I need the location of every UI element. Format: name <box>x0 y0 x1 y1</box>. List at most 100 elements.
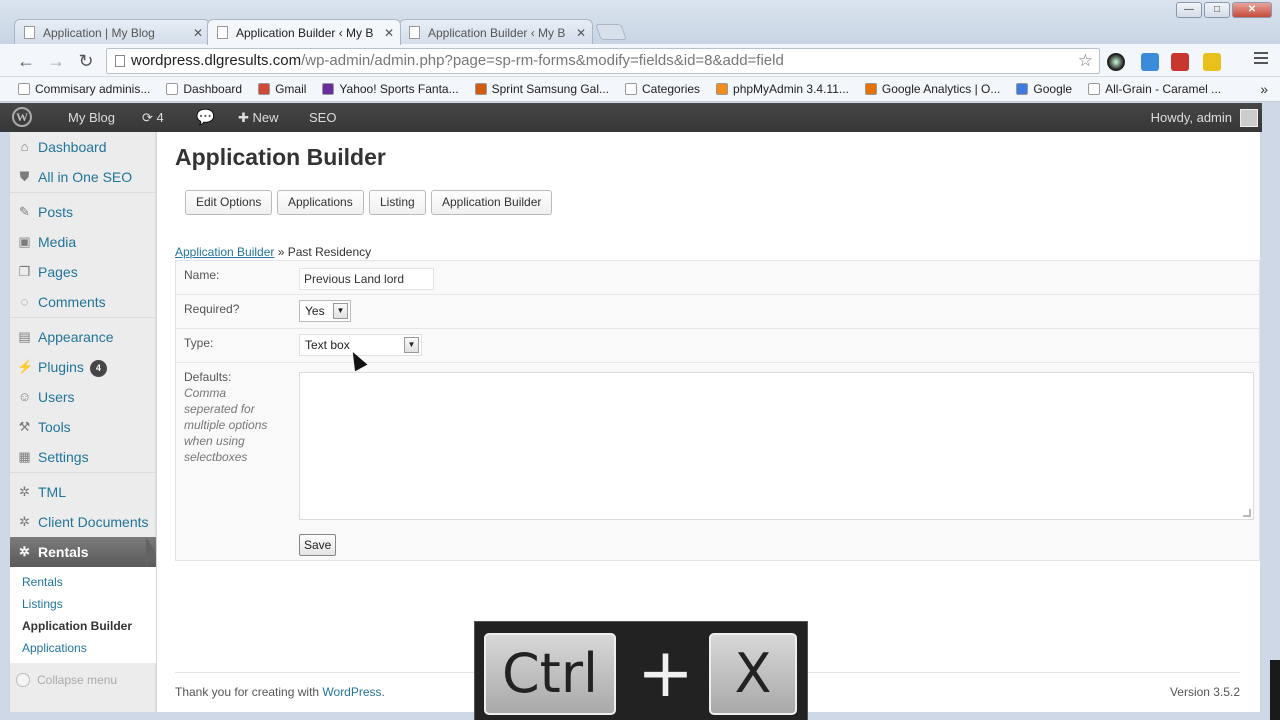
page-icon <box>625 83 637 95</box>
bookmark-item[interactable]: Gmail <box>258 82 306 96</box>
close-icon[interactable]: ✕ <box>193 20 203 45</box>
bookmark-star-icon[interactable]: ☆ <box>1078 49 1093 73</box>
sidebar-item-settings[interactable]: ▦ Settings <box>10 442 156 472</box>
sidebar-item-label: Tools <box>38 419 71 435</box>
collapse-icon <box>16 673 30 687</box>
sidebar-item-dashboard[interactable]: ⌂ Dashboard <box>10 132 156 162</box>
bookmark-item[interactable]: Google Analytics | O... <box>864 82 1000 96</box>
sidebar-item-label: Media <box>38 234 77 250</box>
site-name-link[interactable]: My Blog <box>68 103 115 132</box>
minimize-button[interactable]: — <box>1176 2 1202 18</box>
bookmark-item[interactable]: Sprint Samsung Gal... <box>474 82 609 96</box>
sidebar-item-pages[interactable]: ❐ Pages <box>10 257 156 287</box>
page-icon <box>115 55 125 67</box>
window-close-button[interactable]: ✕ <box>1232 2 1272 18</box>
avatar[interactable] <box>1240 109 1258 127</box>
window-edge <box>1262 103 1280 720</box>
extension-icon[interactable] <box>1141 53 1159 71</box>
wp-admin-bar: W My Blog ⟳ 4 💬 ✚ New SEO Howdy, admin <box>0 103 1262 132</box>
wordpress-link[interactable]: WordPress <box>322 685 381 699</box>
application-builder-button[interactable]: Application Builder <box>431 190 553 215</box>
edit-options-button[interactable]: Edit Options <box>185 190 273 215</box>
sidebar-item-label: Comments <box>38 294 106 310</box>
bookmark-item[interactable]: Google <box>1016 82 1072 96</box>
sidebar-item-rentals[interactable]: ✲ Rentals <box>10 537 156 567</box>
howdy-account-link[interactable]: Howdy, admin <box>1151 103 1232 132</box>
footer-text: Thank you for creating with <box>175 685 323 699</box>
required-row: Required? Yes ▼ <box>176 295 1259 329</box>
bookmark-label: Gmail <box>275 82 307 96</box>
sidebar-item-label: Pages <box>38 264 78 280</box>
sidebar-item-client-documents[interactable]: ✲ Client Documents <box>10 507 156 537</box>
name-input[interactable]: Previous Land lord <box>299 268 434 290</box>
new-content-link[interactable]: ✚ New <box>238 103 279 132</box>
collapse-menu[interactable]: Collapse menu <box>16 673 117 687</box>
phpmyadmin-icon <box>716 83 729 95</box>
save-button[interactable]: Save <box>299 534 337 556</box>
page-icon <box>24 26 35 39</box>
close-icon[interactable]: ✕ <box>576 20 586 45</box>
sidebar-item-tools[interactable]: ⚒ Tools <box>10 412 156 442</box>
submenu-item-applications[interactable]: Applications <box>10 637 156 659</box>
listing-button[interactable]: Listing <box>369 190 426 215</box>
resize-grip-icon[interactable] <box>1243 509 1251 517</box>
menu-icon[interactable] <box>1254 52 1268 66</box>
bookmark-item[interactable]: Commisary adminis... <box>18 82 150 96</box>
sidebar-item-tml[interactable]: ✲ TML <box>10 477 156 507</box>
required-label: Required? <box>184 302 240 316</box>
sidebar-item-users[interactable]: ☺ Users <box>10 382 156 412</box>
submenu-item-rentals[interactable]: Rentals <box>10 571 156 593</box>
tab-title: Application Builder ‹ My B <box>428 26 566 40</box>
bookmarks-overflow-icon[interactable]: » <box>1260 81 1268 97</box>
extension-icon[interactable] <box>1107 53 1125 71</box>
close-icon[interactable]: ✕ <box>384 20 394 45</box>
browser-tab-active[interactable]: Application Builder ‹ My B ✕ <box>207 19 401 45</box>
updates-link[interactable]: ⟳ 4 <box>142 103 164 132</box>
required-select[interactable]: Yes ▼ <box>299 300 351 322</box>
seo-link[interactable]: SEO <box>309 103 336 132</box>
sidebar-item-plugins[interactable]: ⚡ Plugins 4 <box>10 352 156 382</box>
browser-tab[interactable]: Application Builder ‹ My B ✕ <box>399 19 593 45</box>
new-tab-button[interactable] <box>595 24 627 40</box>
bookmark-item[interactable]: phpMyAdmin 3.4.11... <box>716 82 849 96</box>
x-key: X <box>709 633 797 715</box>
desktop-strip <box>1270 660 1280 720</box>
sidebar-item-appearance[interactable]: ▤ Appearance <box>10 322 156 352</box>
extension-icon[interactable] <box>1171 53 1189 71</box>
wordpress-logo-icon[interactable]: W <box>12 107 32 127</box>
defaults-label-block: Defaults: Comma seperated for multiple o… <box>184 369 279 465</box>
version-text: Version 3.5.2 <box>1169 685 1240 699</box>
breadcrumb-separator: » <box>274 245 288 259</box>
browser-tab[interactable]: Application | My Blog ✕ <box>14 19 210 45</box>
breadcrumb-link[interactable]: Application Builder <box>175 245 274 259</box>
maximize-button[interactable]: □ <box>1204 2 1230 18</box>
sidebar-item-comments[interactable]: ◌ Comments <box>10 287 156 317</box>
url-path: /wp-admin/admin.php?page=sp-rm-forms&mod… <box>301 52 784 69</box>
sidebar-item-media[interactable]: ▣ Media <box>10 227 156 257</box>
footer-period: . <box>381 685 385 699</box>
ctrl-key: Ctrl <box>484 633 616 715</box>
bookmark-item[interactable]: Dashboard <box>166 82 242 96</box>
defaults-textarea[interactable] <box>299 372 1254 520</box>
submenu-item-application-builder[interactable]: Application Builder <box>10 615 156 637</box>
bookmark-item[interactable]: All-Grain - Caramel ... <box>1088 82 1221 96</box>
bookmark-item[interactable]: Categories <box>625 82 700 96</box>
extension-icon[interactable] <box>1203 53 1221 71</box>
bookmark-item[interactable]: Yahoo! Sports Fanta... <box>322 82 459 96</box>
menu-separator <box>10 472 156 473</box>
yahoo-icon <box>322 83 335 95</box>
submenu-item-listings[interactable]: Listings <box>10 593 156 615</box>
reload-icon[interactable]: ↻ <box>74 49 98 73</box>
comments-icon[interactable]: 💬 <box>196 103 215 132</box>
sidebar-item-posts[interactable]: ✎ Posts <box>10 197 156 227</box>
sidebar-item-all-in-one-seo[interactable]: ⛊ All in One SEO <box>10 162 156 192</box>
applications-button[interactable]: Applications <box>277 190 364 215</box>
browser-tabstrip: Application | My Blog ✕ Application Buil… <box>0 0 1280 45</box>
collapse-label: Collapse menu <box>37 673 118 687</box>
page-icon <box>166 83 179 95</box>
back-arrow-icon[interactable]: ← <box>14 49 38 73</box>
type-label: Type: <box>184 336 214 350</box>
forward-arrow-icon[interactable]: → <box>44 49 68 73</box>
address-bar[interactable]: wordpress.dlgresults.com/wp-admin/admin.… <box>106 48 1100 74</box>
plus-sign: + <box>637 634 694 713</box>
